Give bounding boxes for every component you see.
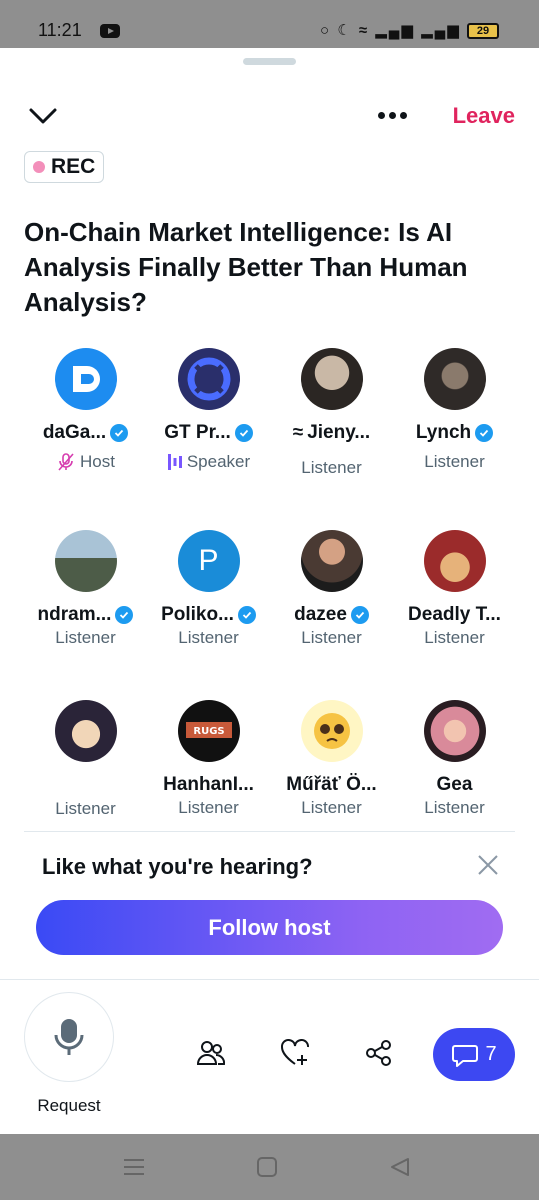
avatar xyxy=(423,700,486,762)
verified-badge-icon xyxy=(237,606,256,624)
status-time: 11:21 xyxy=(38,20,82,40)
participant-name xyxy=(24,774,147,797)
participant-card[interactable]: dazee Listener xyxy=(270,530,393,648)
follow-prompt-text: Like what you're hearing? xyxy=(42,854,313,879)
more-options-icon[interactable] xyxy=(376,106,414,126)
participant-card[interactable]: ≈ Jieny... Listener xyxy=(270,348,393,478)
participant-name: HanhanI... xyxy=(163,774,254,795)
participant-role: Speaker xyxy=(147,452,270,472)
wifi-icon: ≈ xyxy=(358,22,370,39)
participant-card[interactable]: Listener xyxy=(24,700,147,819)
participant-name: Lynch xyxy=(393,422,516,444)
participant-card[interactable]: daGa... Host xyxy=(24,348,147,472)
participant-role: Listener xyxy=(301,458,362,477)
svg-text:RUGS: RUGS xyxy=(193,726,224,737)
status-bar: 11:21 ○ ☾ ≈ ▂▄▆ ▂▄▆ 29 xyxy=(0,0,539,48)
participant-name: Poliko... xyxy=(147,604,270,626)
comments-count: 7 xyxy=(485,1043,497,1065)
mic-muted-icon xyxy=(58,453,74,471)
participant-role: Listener xyxy=(424,452,485,471)
participant-role: Listener xyxy=(178,628,239,647)
sheet-grabber[interactable] xyxy=(243,58,296,65)
battery-icon: 29 xyxy=(467,23,499,40)
follow-host-button[interactable]: Follow host xyxy=(36,900,503,955)
space-title: On-Chain Market Intelligence: Is AI Anal… xyxy=(24,217,468,317)
avatar xyxy=(300,700,363,762)
participant-role: Listener xyxy=(55,799,116,818)
verified-badge-icon xyxy=(234,424,253,442)
participant-card[interactable]: RUGS HanhanI... Listener xyxy=(147,700,270,818)
request-mic-button[interactable] xyxy=(24,992,114,1082)
verified-badge-icon xyxy=(110,424,129,442)
emoji-icon: ≈ xyxy=(292,422,304,443)
participant-name: Deadly T... xyxy=(408,604,501,625)
participant-role: Listener xyxy=(178,798,239,817)
recording-label: REC xyxy=(51,155,96,178)
participant-role: Listener xyxy=(301,628,362,647)
avatar xyxy=(300,348,363,410)
avatar xyxy=(177,348,240,410)
recents-icon[interactable] xyxy=(122,1156,146,1178)
participant-card[interactable]: ndram... Listener xyxy=(24,530,147,648)
headphones-icon: ○ xyxy=(319,22,332,39)
avatar xyxy=(300,530,363,592)
space-sheet: Leave REC On-Chain Market Intelligence: … xyxy=(0,48,539,1134)
avatar xyxy=(54,530,117,592)
avatar xyxy=(423,530,486,592)
android-nav-bar xyxy=(0,1134,539,1200)
microphone-icon xyxy=(54,1019,84,1055)
participant-role: Listener xyxy=(424,628,485,647)
signal-icon: ▂▄▆ xyxy=(375,22,415,39)
participant-card[interactable]: Műřäť Ö... Listener xyxy=(270,700,393,818)
participant-name: dazee xyxy=(270,604,393,626)
participant-name: Gea xyxy=(436,774,473,795)
participant-card[interactable]: Gea Listener xyxy=(393,700,516,818)
leave-button[interactable]: Leave xyxy=(453,103,515,129)
avatar xyxy=(54,700,117,762)
participant-role: Listener xyxy=(301,798,362,817)
chat-bubble-icon xyxy=(452,1044,479,1067)
verified-badge-icon xyxy=(350,606,369,624)
heart-plus-icon[interactable] xyxy=(280,1038,310,1068)
recording-dot-icon xyxy=(33,161,45,173)
verified-badge-icon xyxy=(475,424,494,442)
participant-card[interactable]: P Poliko... Listener xyxy=(147,530,270,648)
avatar xyxy=(423,348,486,410)
participant-name: Műřäť Ö... xyxy=(286,774,377,795)
signal-icon: ▂▄▆ xyxy=(421,22,461,39)
participant-role: Listener xyxy=(424,798,485,817)
close-icon[interactable] xyxy=(476,853,500,877)
participant-name: ndram... xyxy=(24,604,147,626)
participant-name: daGa... xyxy=(24,422,147,444)
recording-badge: REC xyxy=(24,151,105,183)
people-icon[interactable] xyxy=(196,1038,226,1068)
request-label: Request xyxy=(37,1096,101,1115)
avatar xyxy=(54,348,117,410)
comments-button[interactable]: 7 xyxy=(433,1028,515,1081)
participant-role: Host xyxy=(24,452,147,472)
verified-badge-icon xyxy=(115,606,134,624)
moon-icon: ☾ xyxy=(337,22,353,39)
participant-role: Listener xyxy=(55,628,116,647)
participant-card[interactable]: Lynch Listener xyxy=(393,348,516,472)
back-icon[interactable] xyxy=(388,1156,412,1178)
participant-card[interactable]: Deadly T... Listener xyxy=(393,530,516,648)
divider xyxy=(0,979,539,980)
participant-name: GT Pr... xyxy=(147,422,270,444)
participant-name: ≈ Jieny... xyxy=(292,422,371,443)
chevron-down-icon[interactable] xyxy=(28,104,58,128)
avatar: P xyxy=(177,530,240,592)
avatar: RUGS xyxy=(177,700,240,762)
youtube-icon xyxy=(100,24,120,38)
participant-card[interactable]: GT Pr... Speaker xyxy=(147,348,270,472)
divider xyxy=(24,831,515,832)
status-icons: ○ ☾ ≈ ▂▄▆ ▂▄▆ 29 xyxy=(319,21,499,40)
share-icon[interactable] xyxy=(364,1038,394,1068)
speaking-bars-icon xyxy=(167,454,182,470)
home-icon[interactable] xyxy=(255,1156,279,1178)
